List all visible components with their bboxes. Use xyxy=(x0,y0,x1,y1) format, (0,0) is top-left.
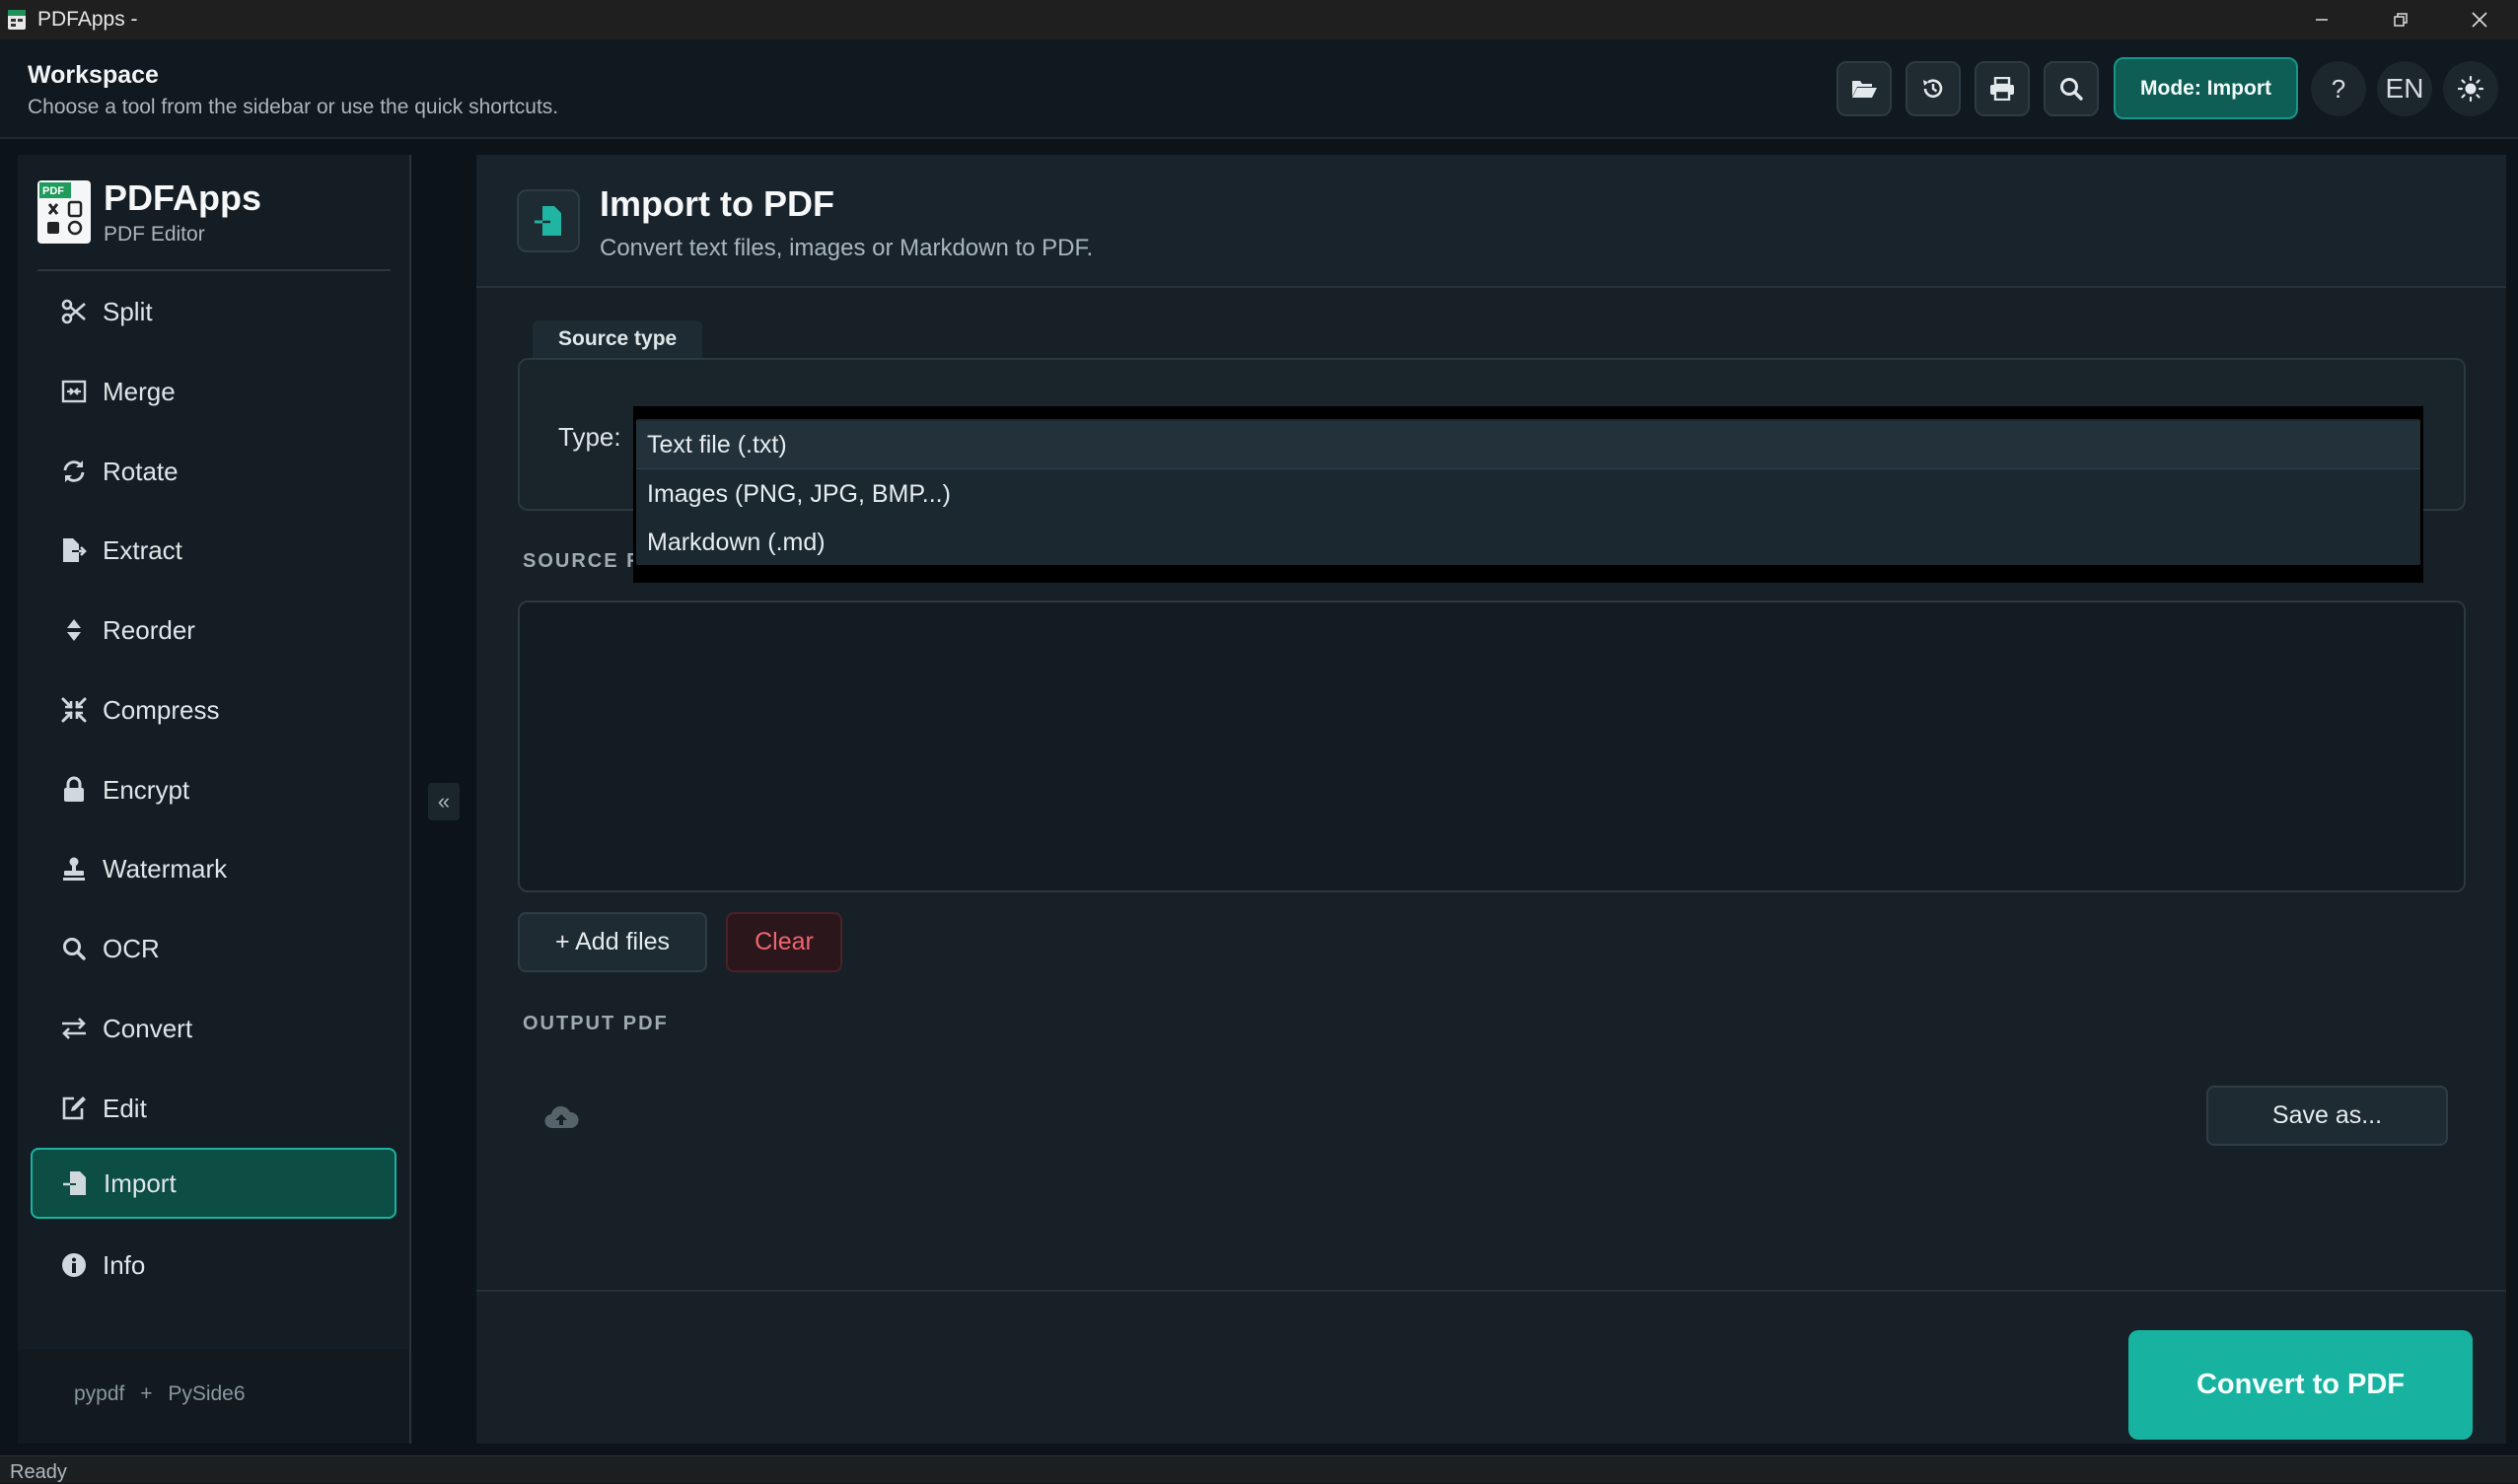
sidebar-item-label: Watermark xyxy=(103,853,228,883)
workspace-title: Workspace xyxy=(28,61,159,89)
info-icon xyxy=(59,1250,89,1280)
sidebar-item-rotate[interactable]: Rotate xyxy=(32,437,396,506)
import-tool-badge xyxy=(517,189,580,252)
scissors-icon xyxy=(59,297,89,326)
page-title: Import to PDF xyxy=(600,183,834,224)
sidebar-item-label: Reorder xyxy=(103,614,195,645)
source-type-group-title: Source type xyxy=(533,320,702,358)
add-files-button[interactable]: + Add files xyxy=(518,912,707,972)
source-files-label: SOURCE F xyxy=(523,550,641,572)
sidebar-item-split[interactable]: Split xyxy=(32,277,396,346)
sidebar-item-label: Merge xyxy=(103,376,176,406)
lock-icon xyxy=(59,775,89,805)
type-option-images[interactable]: Images (PNG, JPG, BMP...) xyxy=(636,470,2420,519)
svg-text:PDF: PDF xyxy=(42,185,64,197)
workspace-subtitle: Choose a tool from the sidebar or use th… xyxy=(28,96,559,118)
exchange-icon xyxy=(59,1014,89,1043)
sidebar-item-info[interactable]: Info xyxy=(32,1231,396,1300)
type-option-markdown[interactable]: Markdown (.md) xyxy=(636,519,2420,567)
search-button[interactable] xyxy=(2044,61,2099,116)
file-import-icon xyxy=(535,206,561,236)
close-window-button[interactable] xyxy=(2441,0,2518,39)
brand-name: PDFApps xyxy=(104,177,262,218)
type-label: Type: xyxy=(558,422,621,452)
mode-button[interactable]: Mode: Import xyxy=(2114,57,2298,119)
sidebar-item-label: Encrypt xyxy=(103,774,190,805)
restore-icon xyxy=(2394,13,2408,27)
history-icon xyxy=(1923,79,1943,98)
file-export-icon xyxy=(59,535,89,565)
history-button[interactable] xyxy=(1906,61,1961,116)
convert-to-pdf-button[interactable]: Convert to PDF xyxy=(2128,1330,2473,1440)
close-icon xyxy=(2472,12,2487,28)
title-bar xyxy=(0,0,2518,39)
stamp-icon xyxy=(59,854,89,883)
sidebar-item-label: Extract xyxy=(103,534,182,565)
library-credits: pypdf + PySide6 xyxy=(74,1382,246,1406)
open-file-button[interactable] xyxy=(1836,61,1892,116)
status-text: Ready xyxy=(10,1461,67,1483)
edit-icon xyxy=(59,1094,89,1123)
help-button[interactable]: ? xyxy=(2311,61,2366,116)
sidebar-item-encrypt[interactable]: Encrypt xyxy=(32,755,396,824)
footer-left-label: pypdf xyxy=(74,1382,125,1405)
minimize-button[interactable] xyxy=(2283,0,2360,39)
brand-subtitle: PDF Editor xyxy=(104,223,205,246)
sidebar-item-label: Edit xyxy=(103,1093,147,1123)
sidebar-item-label: OCR xyxy=(103,933,160,963)
folder-open-icon xyxy=(1852,81,1877,98)
divider xyxy=(37,269,391,271)
sidebar-item-edit[interactable]: Edit xyxy=(32,1074,396,1143)
language-button[interactable]: EN xyxy=(2377,61,2432,116)
search-icon xyxy=(59,934,89,963)
search-icon xyxy=(2060,78,2083,101)
divider xyxy=(476,1290,2506,1292)
file-import-icon xyxy=(60,1168,90,1198)
cloud-upload-icon xyxy=(543,1102,579,1132)
theme-toggle-button[interactable] xyxy=(2443,61,2498,116)
restore-button[interactable] xyxy=(2362,0,2439,39)
clear-button[interactable]: Clear xyxy=(726,912,842,972)
sort-icon xyxy=(59,615,89,645)
output-pdf-label: OUTPUT PDF xyxy=(523,1013,669,1034)
rotate-icon xyxy=(59,457,89,486)
minimize-icon xyxy=(2316,19,2328,21)
status-bar xyxy=(0,1455,2518,1483)
footer-right-label: PySide6 xyxy=(168,1382,246,1405)
compress-icon xyxy=(59,695,89,725)
sidebar-item-label: Split xyxy=(103,296,153,326)
source-file-list[interactable] xyxy=(518,601,2466,892)
sun-icon xyxy=(2457,75,2484,103)
type-option-text[interactable]: Text file (.txt) xyxy=(636,421,2420,469)
merge-icon xyxy=(59,377,89,406)
save-as-button[interactable]: Save as... xyxy=(2206,1086,2448,1146)
app-logo: PDF xyxy=(37,180,91,244)
page-subtitle: Convert text files, images or Markdown t… xyxy=(600,235,1094,261)
sidebar-item-label: Info xyxy=(103,1249,146,1280)
sidebar-item-extract[interactable]: Extract xyxy=(32,516,396,585)
sidebar-item-label: Convert xyxy=(103,1013,193,1043)
print-button[interactable] xyxy=(1975,61,2030,116)
sidebar-item-reorder[interactable]: Reorder xyxy=(32,596,396,665)
footer-separator: + xyxy=(140,1382,153,1405)
sidebar-item-ocr[interactable]: OCR xyxy=(32,914,396,983)
sidebar-item-merge[interactable]: Merge xyxy=(32,357,396,426)
window-title: PDFApps - xyxy=(37,8,138,31)
sidebar-item-label: Rotate xyxy=(103,456,179,486)
collapse-sidebar-button[interactable]: « xyxy=(428,783,460,820)
app-icon xyxy=(6,9,28,31)
sidebar-item-label: Compress xyxy=(103,694,220,725)
sidebar-item-watermark[interactable]: Watermark xyxy=(32,834,396,903)
sidebar-item-label: Import xyxy=(104,1167,177,1198)
print-icon xyxy=(1990,77,2014,101)
sidebar-item-compress[interactable]: Compress xyxy=(32,675,396,744)
sidebar-item-convert[interactable]: Convert xyxy=(32,994,396,1063)
sidebar-item-import[interactable]: Import xyxy=(31,1148,396,1219)
